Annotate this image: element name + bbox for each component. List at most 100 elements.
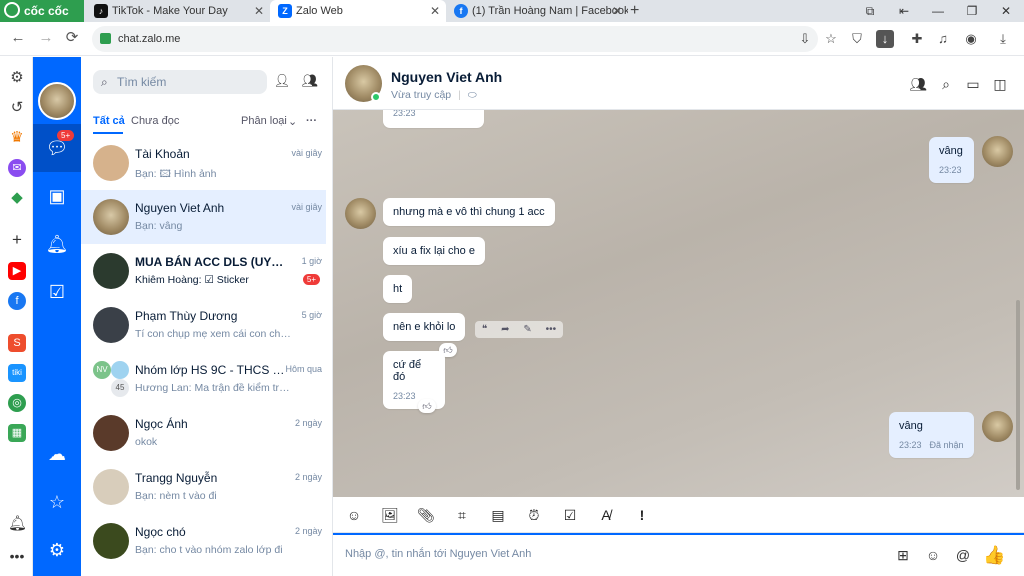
conversation-item[interactable]: Ngọc chó Bạn: cho t vào nhóm zalo lớp đi… [81, 514, 326, 568]
conversation-item[interactable]: NV 45 Nhóm lớp HS 9C - THCS Y... Hương L… [81, 352, 326, 406]
close-tab-icon[interactable]: ✕ [612, 0, 622, 22]
restore-button[interactable]: ❐ [954, 0, 990, 22]
shield-icon[interactable]: ⛉ [848, 30, 866, 48]
tiki-icon[interactable]: tiki [8, 364, 26, 382]
tab-zalo[interactable]: Z Zalo Web ✕ [270, 0, 446, 22]
history-icon[interactable]: ↺ [8, 99, 26, 117]
tag-icon[interactable]: ⬭ [468, 89, 477, 101]
conversation-item[interactable]: Ngọc Ánh okok 2 ngày [81, 406, 326, 460]
conversation-item[interactable]: Nguyen Viet Anh Bạn: vâng vài giây [81, 190, 326, 244]
filter-unread-tab[interactable]: Chưa đọc [131, 115, 179, 127]
notification-bell-icon[interactable]: 🔔︎ [8, 515, 27, 533]
add-friend-icon[interactable]: 👤︎ [273, 73, 291, 91]
bookmark-star-icon[interactable]: ☆ [822, 30, 840, 48]
message-composer[interactable]: Nhập @, tin nhắn tới Nguyen Viet Anh ⊞ ☺… [333, 533, 1024, 576]
my-message-bubble[interactable]: vâng 23:23 Đã nhận [889, 412, 974, 458]
save-page-icon[interactable]: ⤓ [994, 30, 1012, 48]
attachment-icon[interactable]: 📎︎ [415, 505, 437, 525]
add-sidebar-icon[interactable]: + [8, 231, 26, 249]
close-tab-icon[interactable]: ✕ [254, 0, 264, 22]
emoji-icon[interactable]: ☺ [923, 545, 943, 565]
search-message-icon[interactable]: ⌕ [936, 74, 956, 94]
todo-nav[interactable]: ☑ [33, 268, 81, 316]
urgent-icon[interactable]: ! [631, 505, 653, 525]
sheets-icon[interactable]: ▦ [8, 424, 26, 442]
media-control-icon[interactable]: ♫ [934, 30, 952, 48]
my-avatar-small[interactable] [982, 411, 1013, 442]
message-input[interactable]: Nhập @, tin nhắn tới Nguyen Viet Anh [345, 548, 531, 560]
mention-icon[interactable]: @ [953, 545, 973, 565]
forward-icon[interactable]: ➦ [501, 324, 509, 335]
facebook-sidebar-icon[interactable]: f [8, 292, 26, 310]
more-icon[interactable]: ••• [8, 547, 26, 565]
maps-icon[interactable]: ◎ [8, 394, 26, 412]
message-bubble[interactable]: xíu a fix lại cho e [383, 237, 485, 265]
new-tab-button[interactable]: + [630, 0, 639, 22]
favorites-nav[interactable]: ☆ [33, 478, 81, 526]
pin-icon[interactable]: ⇤ [886, 0, 922, 22]
cloud-nav[interactable]: ☁ [33, 430, 81, 478]
close-window-button[interactable]: ✕ [988, 0, 1024, 22]
screenshot-icon[interactable]: ⌗ [451, 505, 473, 525]
close-tab-icon[interactable]: ✕ [430, 0, 440, 22]
conversation-item[interactable]: Tài Khoản Bạn: 🖾 Hình ảnh vài giây [81, 136, 326, 190]
install-app-icon[interactable]: ⇩ [796, 30, 814, 48]
reminder-clock-icon[interactable]: ⏰︎ [523, 505, 545, 525]
download-icon[interactable]: ↓ [876, 30, 894, 48]
conversation-item[interactable]: Phạm Thùy Dương Tí con chụp mẹ xem cái c… [81, 298, 326, 352]
notifications-nav[interactable]: 🔔︎ [33, 220, 81, 268]
add-to-group-icon[interactable]: 👥︎ [908, 74, 928, 94]
video-call-icon[interactable]: ▭ [963, 74, 983, 94]
forward-icon[interactable]: → [36, 28, 56, 48]
coccoc-logo[interactable]: cốc cốc [0, 0, 84, 22]
image-icon[interactable]: 🖼︎ [379, 505, 401, 525]
my-avatar[interactable] [38, 82, 76, 120]
message-bubble[interactable]: nên e khỏi lo [383, 313, 466, 341]
classify-dropdown[interactable]: Phân loại [241, 115, 287, 127]
back-icon[interactable]: ← [8, 28, 28, 48]
conversation-item[interactable]: MUA BÁN ACC DLS (UY TÍN)... Khiêm Hoàng:… [81, 244, 326, 298]
todo-icon[interactable]: ☑ [559, 505, 581, 525]
minimize-button[interactable]: — [920, 0, 956, 22]
game-icon[interactable]: ◆ [8, 189, 26, 207]
contact-name[interactable]: Nguyen Viet Anh [391, 69, 502, 85]
contact-card-icon[interactable]: ▤ [487, 505, 509, 525]
extensions-icon[interactable]: ✚ [908, 30, 926, 48]
like-reaction-icon[interactable]: 👍︎ [418, 399, 436, 413]
my-avatar-small[interactable] [982, 136, 1013, 167]
text-format-icon[interactable]: A̸ [595, 505, 617, 525]
conversation-info-icon[interactable]: ◫ [990, 74, 1010, 94]
filter-all-tab[interactable]: Tất cả [93, 115, 125, 127]
messenger-icon[interactable]: ✉ [8, 159, 26, 177]
tab-search-icon[interactable]: ⧉ [852, 0, 888, 22]
profile-icon[interactable]: ◉ [962, 30, 980, 48]
message-bubble[interactable]: ht [383, 275, 413, 303]
reload-icon[interactable]: ⟳ [62, 28, 82, 48]
settings-nav[interactable]: ⚙ [33, 526, 81, 574]
edit-icon[interactable]: ✎ [523, 324, 531, 335]
contact-avatar-small[interactable] [345, 198, 376, 229]
create-group-icon[interactable]: 👥︎ [301, 73, 319, 91]
crown-icon[interactable]: ♛ [8, 129, 26, 147]
conversation-item[interactable]: Trangg Nguyễn Bạn: nèm t vào đi 2 ngày [81, 460, 326, 514]
tab-tiktok[interactable]: ♪ TikTok - Make Your Day ✕ [86, 0, 270, 22]
messages-nav[interactable]: 💬︎ 5+ [33, 124, 81, 172]
more-icon[interactable]: ••• [546, 324, 557, 335]
shopee-icon[interactable]: S [8, 334, 26, 352]
message-bubble[interactable]: nhưng mà e vô thì chung 1 acc [383, 198, 555, 226]
thumbs-up-icon[interactable]: 👍 [983, 545, 1005, 565]
address-bar[interactable]: chat.zalo.me [92, 26, 818, 52]
chevron-down-icon[interactable]: ⌄ [288, 115, 297, 128]
contacts-nav[interactable]: ▣ [33, 172, 81, 220]
settings-icon[interactable]: ⚙ [8, 69, 26, 87]
chat-scrollbar[interactable] [1016, 300, 1020, 490]
tab-facebook[interactable]: f (1) Trần Hoàng Nam | Facebook ✕ [446, 0, 628, 22]
my-message-bubble[interactable]: vâng 23:23 [929, 137, 974, 183]
message-area[interactable]: 23:23 vâng 23:23 nhưng mà e vô thì chung… [333, 110, 1024, 497]
message-bubble[interactable]: 23:23 [383, 110, 484, 128]
message-bubble[interactable]: cứ để đó 23:23 [383, 351, 445, 409]
search-input[interactable]: ⌕ Tìm kiếm [93, 70, 267, 94]
more-options-icon[interactable]: ··· [306, 115, 317, 127]
youtube-icon[interactable]: ▶ [8, 262, 26, 280]
quote-icon[interactable]: ❝ [482, 324, 487, 335]
